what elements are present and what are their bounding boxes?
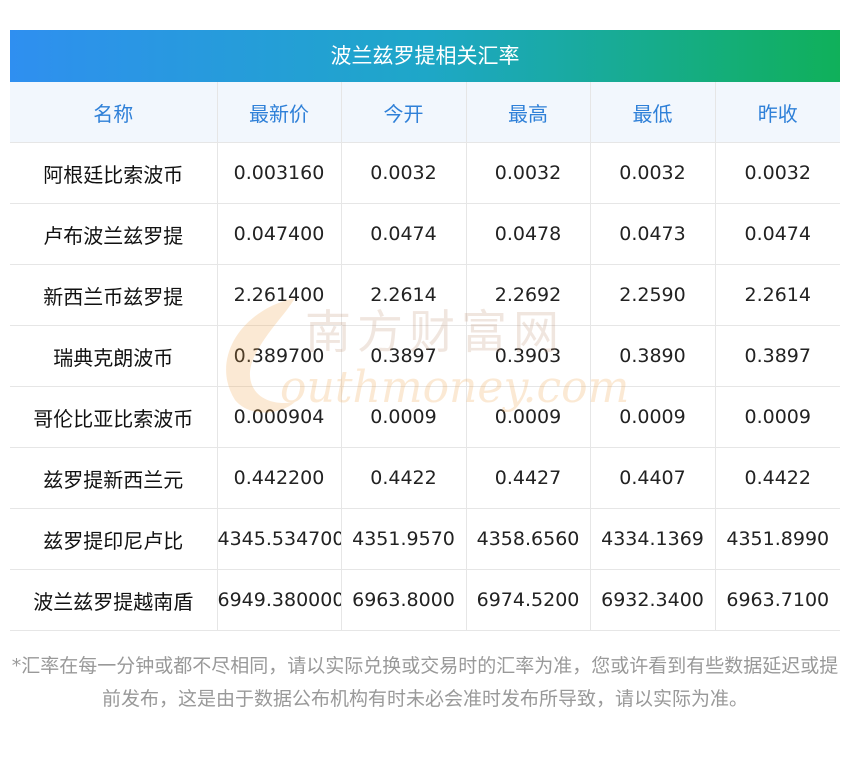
- row-latest: 0.000904: [217, 386, 342, 448]
- row-name[interactable]: 兹罗提新西兰元: [10, 447, 218, 509]
- row-open: 0.4422: [341, 447, 467, 509]
- table-row[interactable]: 哥伦比亚比索波币 0.000904 0.0009 0.0009 0.0009 0…: [10, 386, 840, 448]
- row-open: 0.3897: [341, 325, 467, 387]
- row-high: 0.3903: [466, 325, 591, 387]
- table-row[interactable]: 卢布波兰兹罗提 0.047400 0.0474 0.0478 0.0473 0.…: [10, 203, 840, 265]
- row-low: 0.0032: [590, 142, 716, 204]
- row-open: 0.0009: [341, 386, 467, 448]
- row-latest: 6949.380000: [217, 569, 342, 631]
- header-name: 名称: [10, 82, 218, 143]
- table-row[interactable]: 兹罗提新西兰元 0.442200 0.4422 0.4427 0.4407 0.…: [10, 447, 840, 509]
- row-open: 4351.9570: [341, 508, 467, 570]
- row-name[interactable]: 阿根廷比索波币: [10, 142, 218, 204]
- row-low: 0.0009: [590, 386, 716, 448]
- disclaimer-footnote: *汇率在每一分钟或都不尽相同，请以实际兑换或交易时的汇率为准，您或许看到有些数据…: [11, 655, 839, 710]
- row-low: 4334.1369: [590, 508, 716, 570]
- row-low: 0.4407: [590, 447, 716, 509]
- row-prev-close: 0.0474: [715, 203, 840, 265]
- rate-table-panel: 波兰兹罗提相关汇率 名称 最新价 今开 最高 最低 昨收 阿根廷比索波币 0.0…: [10, 30, 840, 631]
- row-prev-close: 2.2614: [715, 264, 840, 326]
- row-high: 6974.5200: [466, 569, 591, 631]
- row-open: 6963.8000: [341, 569, 467, 631]
- row-name[interactable]: 波兰兹罗提越南盾: [10, 569, 218, 631]
- row-high: 0.0009: [466, 386, 591, 448]
- row-low: 0.3890: [590, 325, 716, 387]
- header-latest: 最新价: [217, 82, 342, 143]
- row-name[interactable]: 卢布波兰兹罗提: [10, 203, 218, 265]
- header-low: 最低: [590, 82, 716, 143]
- row-prev-close: 0.0009: [715, 386, 840, 448]
- row-latest: 0.047400: [217, 203, 342, 265]
- table-row[interactable]: 阿根廷比索波币 0.003160 0.0032 0.0032 0.0032 0.…: [10, 142, 840, 204]
- row-high: 0.4427: [466, 447, 591, 509]
- table-row[interactable]: 瑞典克朗波币 0.389700 0.3897 0.3903 0.3890 0.3…: [10, 325, 840, 387]
- row-high: 4358.6560: [466, 508, 591, 570]
- row-low: 0.0473: [590, 203, 716, 265]
- header-prev-close: 昨收: [715, 82, 840, 143]
- row-name[interactable]: 兹罗提印尼卢比: [10, 508, 218, 570]
- table-row[interactable]: 兹罗提印尼卢比 4345.534700 4351.9570 4358.6560 …: [10, 508, 840, 570]
- row-prev-close: 0.0032: [715, 142, 840, 204]
- row-latest: 4345.534700: [217, 508, 342, 570]
- table-title: 波兰兹罗提相关汇率: [10, 30, 840, 82]
- row-latest: 2.261400: [217, 264, 342, 326]
- row-prev-close: 4351.8990: [715, 508, 840, 570]
- row-name[interactable]: 哥伦比亚比索波币: [10, 386, 218, 448]
- table-row[interactable]: 波兰兹罗提越南盾 6949.380000 6963.8000 6974.5200…: [10, 569, 840, 631]
- table-header-row: 名称 最新价 今开 最高 最低 昨收: [10, 82, 840, 143]
- row-prev-close: 0.4422: [715, 447, 840, 509]
- row-high: 0.0032: [466, 142, 591, 204]
- row-latest: 0.442200: [217, 447, 342, 509]
- header-high: 最高: [466, 82, 591, 143]
- row-name[interactable]: 瑞典克朗波币: [10, 325, 218, 387]
- row-open: 0.0032: [341, 142, 467, 204]
- row-low: 6932.3400: [590, 569, 716, 631]
- row-latest: 0.389700: [217, 325, 342, 387]
- row-high: 2.2692: [466, 264, 591, 326]
- row-prev-close: 6963.7100: [715, 569, 840, 631]
- row-high: 0.0478: [466, 203, 591, 265]
- row-open: 0.0474: [341, 203, 467, 265]
- row-low: 2.2590: [590, 264, 716, 326]
- row-latest: 0.003160: [217, 142, 342, 204]
- row-name[interactable]: 新西兰币兹罗提: [10, 264, 218, 326]
- header-open: 今开: [341, 82, 467, 143]
- row-open: 2.2614: [341, 264, 467, 326]
- table-row[interactable]: 新西兰币兹罗提 2.261400 2.2614 2.2692 2.2590 2.…: [10, 264, 840, 326]
- row-prev-close: 0.3897: [715, 325, 840, 387]
- exchange-rate-table: 名称 最新价 今开 最高 最低 昨收 阿根廷比索波币 0.003160 0.00…: [10, 82, 840, 631]
